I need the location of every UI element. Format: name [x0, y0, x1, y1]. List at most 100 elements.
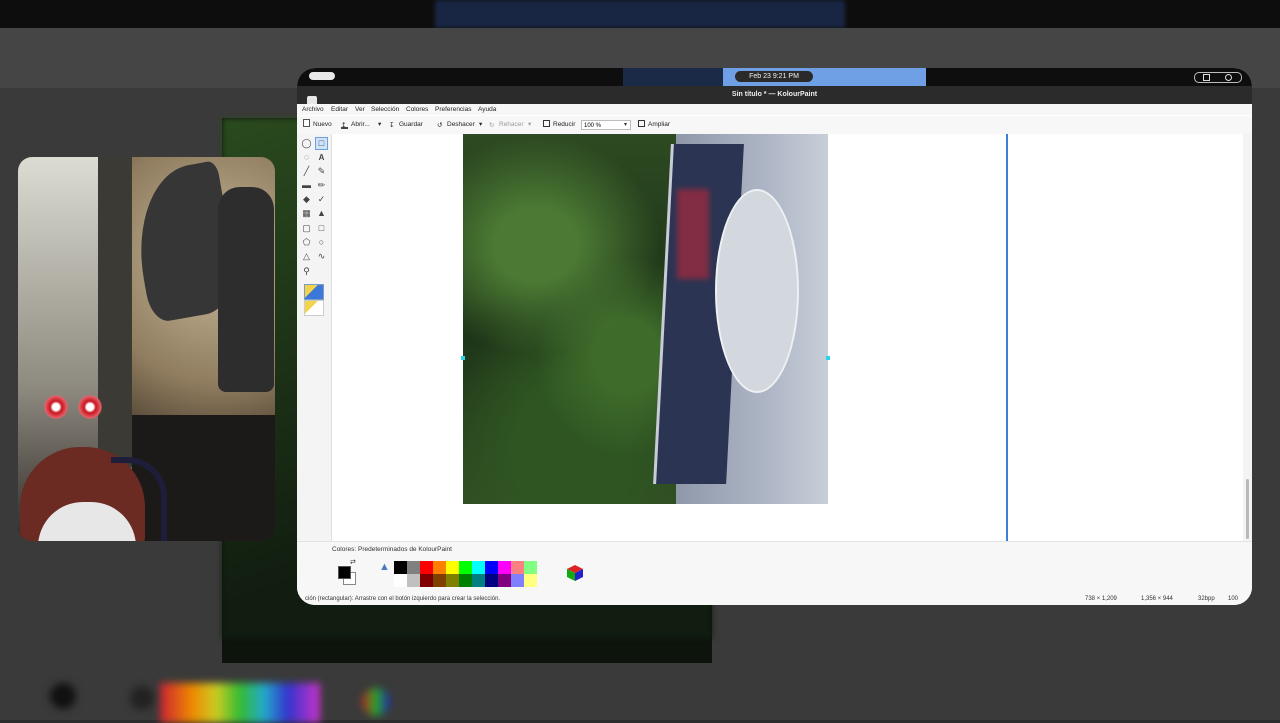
power-icon [1225, 74, 1232, 81]
connected-lines-icon[interactable]: △ [301, 251, 312, 262]
menu-archivo[interactable]: Archivo [302, 104, 324, 115]
selection-handle-right[interactable] [826, 356, 830, 360]
tool-box: ◯ □ ◌ A ╱ ✎ ▬ ✏ ◆ ✓ ▦ ▲ ▢ □ ⬠ ○ △ ∿ ⚲ [297, 134, 332, 541]
brush-icon[interactable]: ✏ [316, 180, 327, 191]
curve-icon[interactable]: ∿ [316, 251, 327, 262]
palette-color[interactable] [459, 574, 472, 587]
selection-handle-left[interactable] [461, 356, 465, 360]
polygon-icon[interactable]: ⬠ [301, 237, 312, 248]
menu-ver[interactable]: Ver [355, 104, 365, 115]
zoom-icon[interactable]: ⚲ [301, 266, 312, 277]
ellipse-select-icon[interactable]: ◌ [301, 152, 312, 163]
save-icon: ↧ [389, 122, 395, 129]
color-palette [394, 561, 537, 587]
undo-button[interactable]: ↺ Deshacer [437, 119, 475, 131]
zoom-in-button[interactable]: Ampliar [638, 119, 670, 131]
color-depth: 32bpp [1198, 596, 1215, 602]
palette-color[interactable] [511, 574, 524, 587]
line-icon[interactable]: ╱ [301, 166, 312, 177]
redo-icon: ↻ [489, 122, 495, 129]
rounded-rect-icon[interactable]: ▢ [301, 223, 312, 234]
background-palette [160, 683, 320, 723]
status-bar: ción (rectangular): Arrastre con el botó… [297, 593, 1252, 605]
palette-color[interactable] [446, 574, 459, 587]
color-similarity-cube-icon[interactable] [566, 564, 584, 582]
kolourpaint-window: Feb 23 9:21 PM Sin título * — KolourPain… [297, 68, 1252, 605]
palette-color[interactable] [459, 561, 472, 574]
airbrush-icon[interactable]: ▲ [316, 208, 327, 219]
palette-color[interactable] [433, 574, 446, 587]
palette-color[interactable] [472, 574, 485, 587]
webcam-overlay [18, 157, 275, 541]
menu-seleccion[interactable]: Selección [371, 104, 399, 115]
opaque-selection-option[interactable] [304, 284, 324, 300]
rectangle-icon[interactable]: □ [316, 223, 327, 234]
undo-dropdown[interactable]: ▾ [479, 119, 482, 131]
new-button[interactable]: Nuevo [303, 119, 332, 131]
activities-button[interactable] [309, 72, 335, 80]
clock[interactable]: Feb 23 9:21 PM [735, 71, 813, 82]
palette-color[interactable] [407, 574, 420, 587]
status-message: ción (rectangular): Arrastre con el botó… [305, 596, 501, 602]
selection-size: 738 × 1,209 [1085, 596, 1117, 602]
zoom-in-icon [638, 120, 645, 127]
menu-colores[interactable]: Colores [406, 104, 428, 115]
rect-select-icon[interactable]: □ [315, 137, 328, 150]
image-size: 1,356 × 944 [1141, 596, 1173, 602]
main-toolbar: Nuevo ↥ Abrir... ▾ ↧ Guardar ↺ Deshacer ▾ ↻… [297, 116, 1252, 135]
color-box-label: Colores: Predeterminados de KolourPaint [332, 546, 452, 553]
palette-color[interactable] [420, 561, 433, 574]
palette-color[interactable] [511, 561, 524, 574]
system-tray[interactable] [1194, 72, 1242, 83]
fill-icon[interactable]: ◆ [301, 194, 312, 205]
drawing-canvas[interactable] [332, 134, 1243, 541]
menu-editar[interactable]: Editar [331, 104, 348, 115]
menu-preferencias[interactable]: Preferencias [435, 104, 472, 115]
redo-dropdown[interactable]: ▾ [528, 119, 531, 131]
palette-color[interactable] [433, 561, 446, 574]
transparent-color-icon[interactable]: ▲ [379, 561, 390, 573]
vertical-scrollbar[interactable] [1243, 134, 1252, 541]
palette-color[interactable] [485, 561, 498, 574]
save-button[interactable]: ↧ Guardar [389, 119, 423, 131]
pasted-photo[interactable] [463, 134, 828, 504]
palette-color[interactable] [394, 561, 407, 574]
system-top-bar: Feb 23 9:21 PM [297, 68, 1252, 86]
palette-color[interactable] [407, 561, 420, 574]
palette-color[interactable] [485, 574, 498, 587]
color-eraser-icon[interactable]: ▦ [301, 208, 312, 219]
open-icon: ↥ [341, 122, 348, 129]
zoom-out-button[interactable]: Reducir [543, 119, 575, 131]
window-title: Sin título * — KolourPaint [731, 91, 818, 98]
canvas-resize-edge[interactable] [1006, 134, 1008, 541]
open-dropdown[interactable]: ▾ [378, 119, 381, 131]
palette-color[interactable] [420, 574, 433, 587]
free-select-icon[interactable]: ◯ [301, 138, 312, 149]
swap-colors-icon[interactable]: ⇄ [350, 558, 356, 566]
zoom-dropdown-icon[interactable]: ▾ [624, 120, 627, 130]
background-top-bar [0, 0, 1280, 28]
window-icon [1203, 74, 1210, 81]
redo-button[interactable]: ↻ Rehacer [489, 119, 524, 131]
palette-color[interactable] [524, 561, 537, 574]
color-picker-icon[interactable]: ✓ [316, 194, 327, 205]
palette-color[interactable] [524, 574, 537, 587]
open-button[interactable]: ↥ Abrir... [341, 119, 370, 131]
ellipse-icon[interactable]: ○ [316, 237, 327, 248]
palette-color[interactable] [394, 574, 407, 587]
status-zoom: 100 [1228, 596, 1239, 602]
white-disc [715, 189, 799, 393]
menu-ayuda[interactable]: Ayuda [478, 104, 496, 115]
transparent-selection-option[interactable] [304, 300, 324, 316]
undo-icon: ↺ [437, 122, 443, 129]
eraser-icon[interactable]: ▬ [301, 180, 312, 191]
title-bar: Sin título * — KolourPaint [297, 86, 1252, 106]
pen-icon[interactable]: ✎ [316, 166, 327, 177]
text-icon[interactable]: A [316, 152, 327, 163]
menu-bar: Archivo Editar Ver Selección Colores Pre… [297, 104, 1252, 115]
palette-color[interactable] [446, 561, 459, 574]
palette-color[interactable] [472, 561, 485, 574]
foreground-color[interactable] [338, 566, 351, 579]
palette-color[interactable] [498, 574, 511, 587]
palette-color[interactable] [498, 561, 511, 574]
